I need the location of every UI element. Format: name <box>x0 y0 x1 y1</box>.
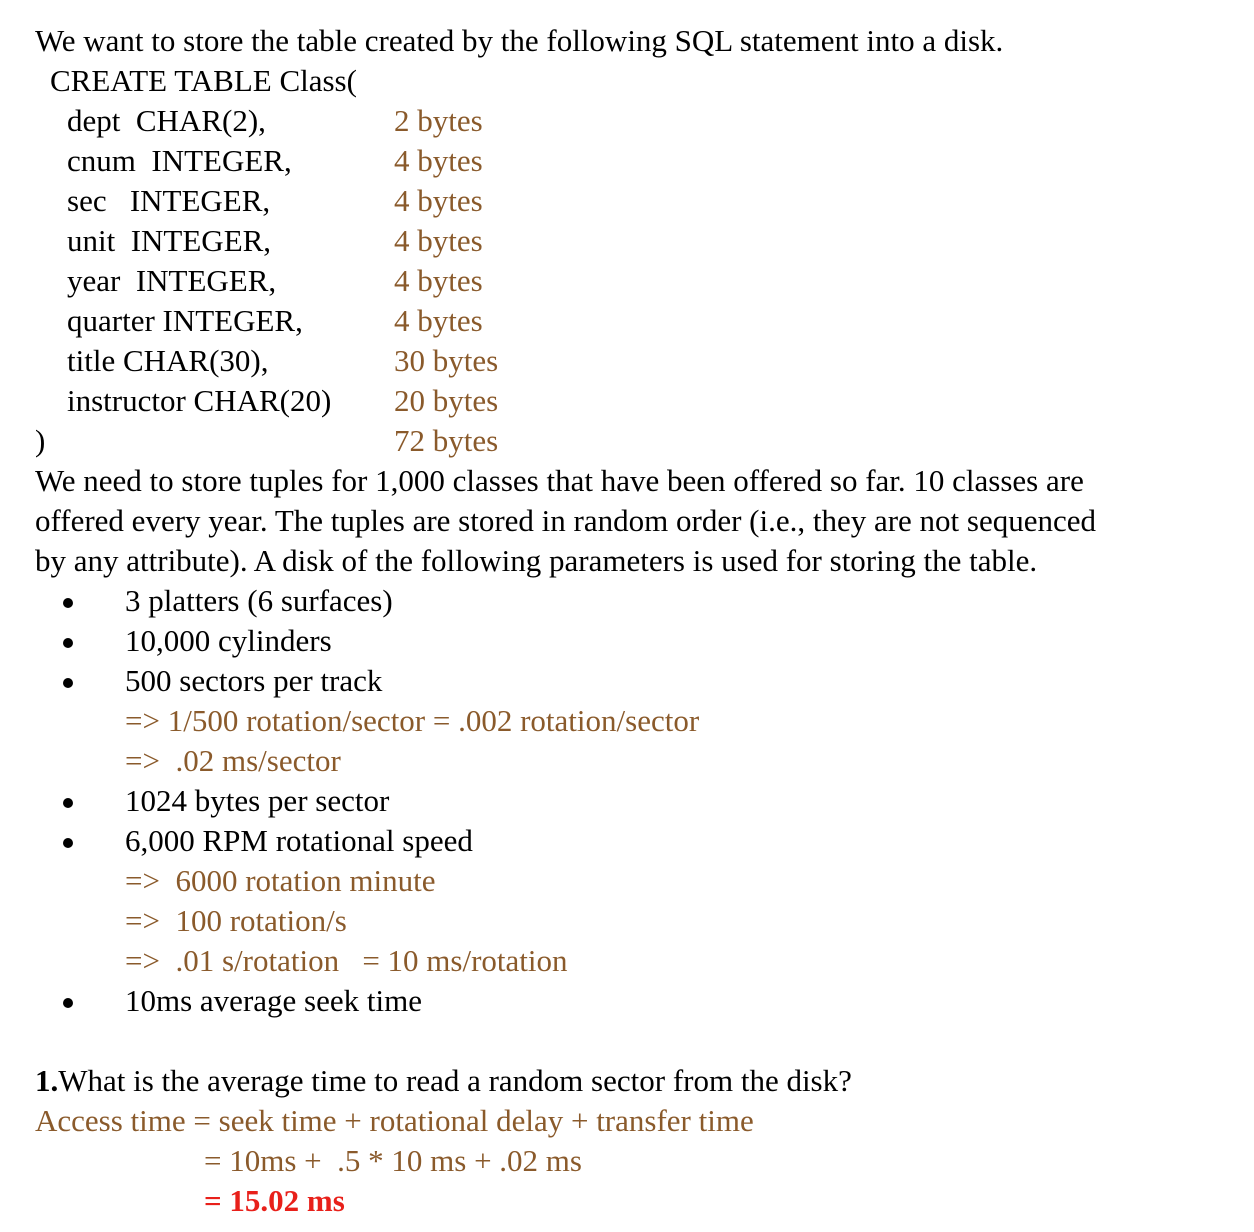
question-line: 1.What is the average time to read a ran… <box>35 1063 852 1099</box>
bullet-seek: 10ms average seek time <box>125 983 422 1018</box>
sectors-note: => .02 ms/sector <box>125 743 341 778</box>
column-size: 4 bytes <box>394 183 483 218</box>
question-text: What is the average time to read a rando… <box>58 1063 852 1098</box>
column-def: cnum INTEGER, <box>67 143 292 178</box>
paragraph-line: We need to store tuples for 1,000 classe… <box>35 463 1084 498</box>
close-paren: ) <box>35 423 46 458</box>
rpm-note: => .01 s/rotation = 10 ms/rotation <box>125 943 568 978</box>
sectors-note: => 1/500 rotation/sector = .002 rotation… <box>125 703 700 738</box>
answer-result: = 15.02 ms <box>204 1183 345 1218</box>
column-def: quarter INTEGER, <box>67 303 303 338</box>
paragraph-line: by any attribute). A disk of the followi… <box>35 543 1038 578</box>
column-size: 30 bytes <box>394 343 499 378</box>
column-size: 4 bytes <box>394 223 483 258</box>
column-size: 4 bytes <box>394 303 483 338</box>
column-def: title CHAR(30), <box>67 343 269 378</box>
column-size: 4 bytes <box>394 263 483 298</box>
bullet-platters: 3 platters (6 surfaces) <box>125 583 393 618</box>
column-def: unit INTEGER, <box>67 223 272 258</box>
bullet-sectors: 500 sectors per track <box>125 663 383 698</box>
bullet-cylinders: 10,000 cylinders <box>125 623 332 658</box>
column-size: 2 bytes <box>394 103 483 138</box>
rpm-note: => 100 rotation/s <box>125 903 347 938</box>
bullet-rpm: 6,000 RPM rotational speed <box>125 823 473 858</box>
answer-line: Access time = seek time + rotational del… <box>35 1103 754 1138</box>
column-def: instructor CHAR(20) <box>67 383 332 418</box>
bullet-dot <box>63 798 73 808</box>
rpm-note: => 6000 rotation minute <box>125 863 436 898</box>
bullet-dot <box>63 838 73 848</box>
answer-line: = 10ms + .5 * 10 ms + .02 ms <box>204 1143 582 1178</box>
bullet-dot <box>63 998 73 1008</box>
bullet-dot <box>63 678 73 688</box>
bullet-bytes: 1024 bytes per sector <box>125 783 390 818</box>
column-size: 20 bytes <box>394 383 499 418</box>
column-def: year INTEGER, <box>67 263 277 298</box>
bullet-dot <box>63 638 73 648</box>
question-number: 1. <box>35 1063 59 1098</box>
bullet-dot <box>63 598 73 608</box>
paragraph-line: offered every year. The tuples are store… <box>35 503 1097 538</box>
column-def: sec INTEGER, <box>67 183 271 218</box>
create-table-line: CREATE TABLE Class( <box>50 63 357 98</box>
total-bytes: 72 bytes <box>394 423 499 458</box>
intro-line: We want to store the table created by th… <box>35 23 1004 58</box>
column-size: 4 bytes <box>394 143 483 178</box>
column-def: dept CHAR(2), <box>67 103 266 138</box>
